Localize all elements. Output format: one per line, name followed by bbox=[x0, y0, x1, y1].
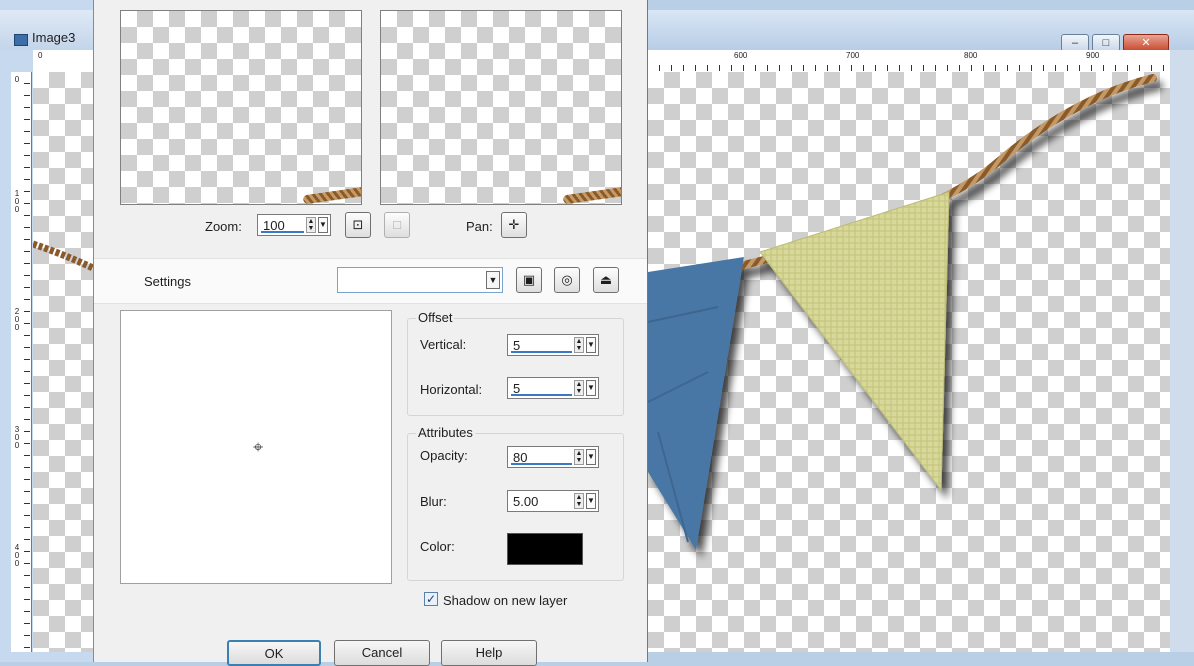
pan-button[interactable]: ✛ bbox=[501, 212, 527, 238]
chevron-down-icon[interactable]: ▼ bbox=[586, 380, 596, 396]
vertical-spinner[interactable]: ▲ ▼ ▼ bbox=[574, 337, 596, 353]
chevron-down-icon[interactable]: ▼ bbox=[586, 337, 596, 353]
shadow-on-new-layer-checkbox[interactable]: ✓ bbox=[424, 592, 438, 606]
ruler-label: 4 0 0 bbox=[14, 543, 20, 568]
ruler-label: 2 0 0 bbox=[14, 307, 20, 332]
chevron-down-icon[interactable]: ▼ bbox=[318, 217, 328, 233]
zoom-input[interactable]: 100 ▲ ▼ ▼ bbox=[257, 214, 331, 236]
ok-button[interactable]: OK bbox=[227, 640, 321, 666]
drop-shadow-dialog: Zoom: 100 ▲ ▼ ▼ ⊡ □ Pan: ✛ Settings ▼ ▣ ◎… bbox=[93, 0, 649, 666]
shadow-on-new-layer-label[interactable]: Shadow on new layer bbox=[443, 593, 567, 608]
save-preset-button[interactable]: ▣ bbox=[516, 267, 542, 293]
left-window-titlebar[interactable]: Image3 bbox=[0, 10, 106, 50]
shadow-color-swatch[interactable] bbox=[507, 533, 583, 565]
spin-updown-icon[interactable]: ▲ ▼ bbox=[574, 380, 584, 396]
horizontal-spinner[interactable]: ▲ ▼ ▼ bbox=[574, 380, 596, 396]
rope-preview bbox=[562, 186, 621, 204]
zoom-label: Zoom: bbox=[205, 219, 242, 234]
left-rope-graphic bbox=[31, 240, 95, 272]
ruler-label: 700 bbox=[846, 51, 860, 60]
input-underline bbox=[511, 394, 572, 396]
offset-legend: Offset bbox=[416, 310, 455, 325]
settings-bar: Settings ▼ ▣ ◎ ⏏ bbox=[94, 258, 647, 304]
reset-icon: ◎ bbox=[561, 272, 573, 287]
preview-before-pane[interactable] bbox=[120, 10, 362, 205]
right-horizontal-ruler: 600 700 800 900 bbox=[648, 50, 1170, 73]
blur-label: Blur: bbox=[420, 494, 447, 509]
ruler-label: 600 bbox=[734, 51, 748, 60]
zoom-fit-button[interactable]: ⊡ bbox=[345, 212, 371, 238]
save-preset-icon: ▣ bbox=[522, 272, 536, 287]
spin-updown-icon[interactable]: ▲ ▼ bbox=[574, 449, 584, 465]
zoom-actual-button[interactable]: □ bbox=[384, 212, 410, 238]
blur-spinner[interactable]: ▲ ▼ ▼ bbox=[574, 493, 596, 509]
image-window-icon bbox=[14, 34, 28, 46]
actual-size-icon: □ bbox=[393, 217, 401, 232]
color-label: Color: bbox=[420, 539, 455, 554]
crosshair-icon[interactable]: ⌖ bbox=[253, 437, 263, 458]
right-window-titlebar[interactable]: – □ ✕ bbox=[648, 10, 1194, 52]
attributes-legend: Attributes bbox=[416, 425, 475, 440]
pan-icon: ✛ bbox=[508, 217, 520, 232]
left-window-title: Image3 bbox=[32, 30, 76, 45]
cancel-button[interactable]: Cancel bbox=[334, 640, 430, 666]
blur-input[interactable]: 5.00 ▲ ▼ ▼ bbox=[507, 490, 599, 512]
spin-updown-icon[interactable]: ▲ ▼ bbox=[574, 493, 584, 509]
offset-control-canvas[interactable]: ⌖ bbox=[120, 310, 392, 584]
zoom-spinner[interactable]: ▲ ▼ ▼ bbox=[306, 217, 328, 233]
opacity-spinner[interactable]: ▲ ▼ ▼ bbox=[574, 449, 596, 465]
delete-preset-button[interactable]: ⏏ bbox=[593, 267, 619, 293]
settings-preset-dropdown[interactable]: ▼ bbox=[337, 267, 503, 293]
bunting-graphic bbox=[648, 74, 1157, 550]
preview-after-pane[interactable] bbox=[380, 10, 622, 205]
right-image-window: – □ ✕ 600 700 800 900 bbox=[648, 0, 1194, 662]
horizontal-offset-input[interactable]: 5 ▲ ▼ ▼ bbox=[507, 377, 599, 399]
ruler-label: 800 bbox=[964, 51, 978, 60]
spin-updown-icon[interactable]: ▲ ▼ bbox=[574, 337, 584, 353]
delete-preset-icon: ⏏ bbox=[599, 272, 613, 287]
ruler-label: 0 bbox=[38, 51, 43, 60]
opacity-input[interactable]: 80 ▲ ▼ ▼ bbox=[507, 446, 599, 468]
left-image-canvas[interactable] bbox=[31, 72, 95, 652]
rope-preview bbox=[302, 186, 361, 204]
blue-pennant bbox=[648, 257, 744, 550]
right-vertical-scrollbar[interactable] bbox=[1170, 50, 1194, 652]
horizontal-label: Horizontal: bbox=[420, 382, 483, 397]
reset-button[interactable]: ◎ bbox=[554, 267, 580, 293]
ruler-label: 0 bbox=[14, 75, 20, 84]
spin-updown-icon[interactable]: ▲ ▼ bbox=[306, 217, 316, 233]
blur-value: 5.00 bbox=[513, 494, 539, 509]
chevron-down-icon[interactable]: ▼ bbox=[586, 493, 596, 509]
yellow-pennant bbox=[759, 191, 950, 492]
input-underline bbox=[511, 351, 572, 353]
offset-group: Offset bbox=[407, 310, 624, 416]
ruler-label: 900 bbox=[1086, 51, 1100, 60]
pan-label: Pan: bbox=[466, 219, 493, 234]
left-horizontal-ruler: 0 bbox=[33, 50, 93, 73]
chevron-down-icon[interactable]: ▼ bbox=[486, 271, 500, 289]
input-underline bbox=[261, 231, 304, 233]
vertical-label: Vertical: bbox=[420, 337, 467, 352]
left-image-window: Image3 0 0 1 0 0 2 0 0 3 0 0 4 0 0 bbox=[0, 0, 107, 662]
help-button[interactable]: Help bbox=[441, 640, 537, 666]
right-image-canvas[interactable] bbox=[648, 72, 1170, 652]
settings-label: Settings bbox=[144, 274, 191, 289]
ruler-label: 3 0 0 bbox=[14, 425, 20, 450]
ruler-label: 1 0 0 bbox=[14, 189, 20, 214]
fit-to-window-icon: ⊡ bbox=[352, 217, 364, 232]
left-vertical-ruler: 0 1 0 0 2 0 0 3 0 0 4 0 0 bbox=[11, 72, 32, 652]
input-underline bbox=[511, 463, 572, 465]
opacity-label: Opacity: bbox=[420, 448, 468, 463]
chevron-down-icon[interactable]: ▼ bbox=[586, 449, 596, 465]
vertical-offset-input[interactable]: 5 ▲ ▼ ▼ bbox=[507, 334, 599, 356]
